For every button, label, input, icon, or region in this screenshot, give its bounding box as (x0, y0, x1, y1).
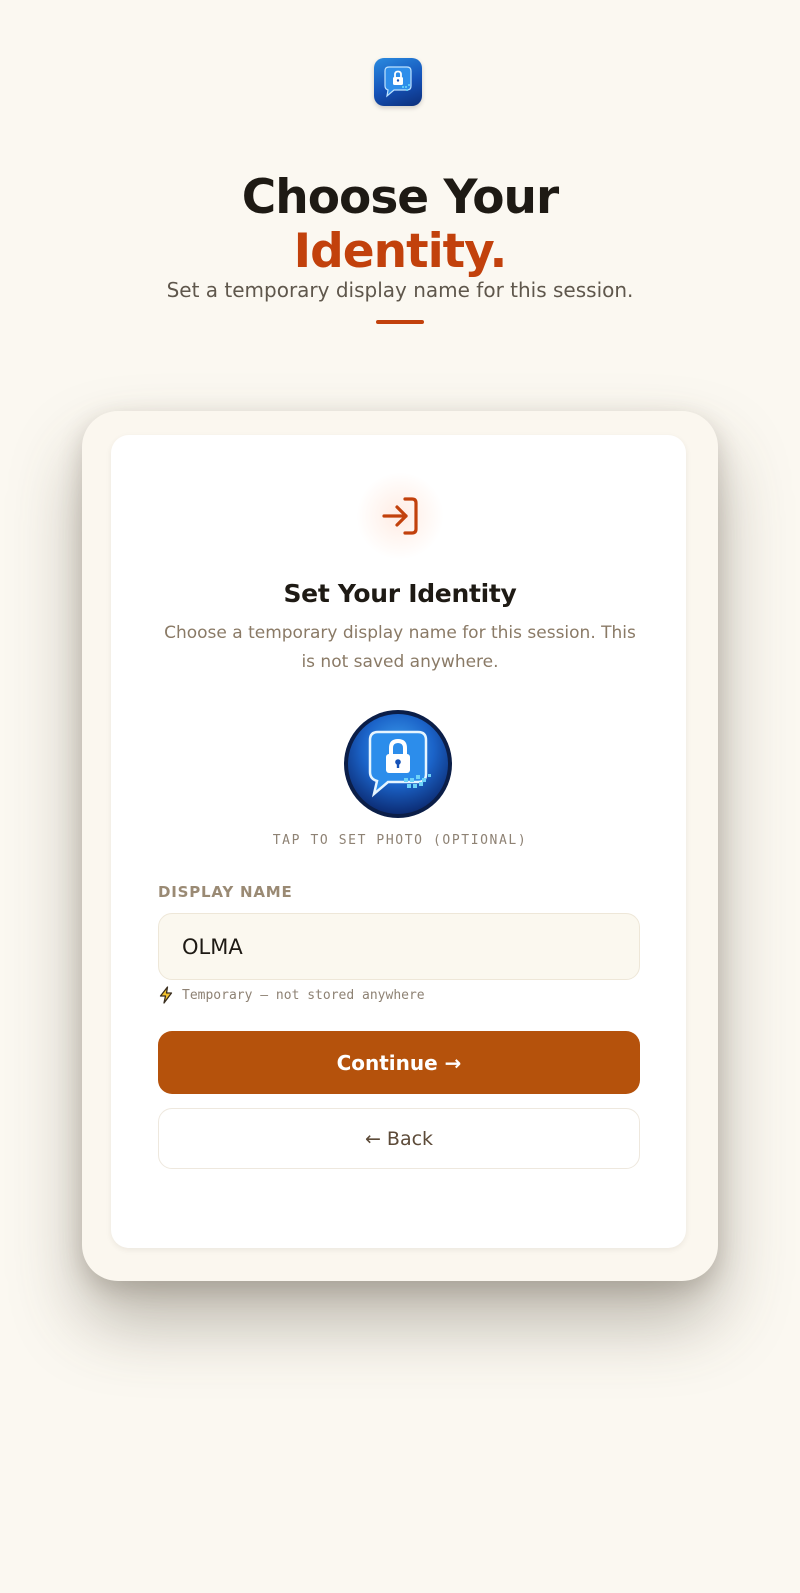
sign-in-icon-wrap (357, 473, 443, 559)
display-name-label: DISPLAY NAME (158, 883, 293, 901)
page-title-line2: Identity. (293, 224, 508, 279)
identity-page: Choose Your Identity. Set a temporary di… (0, 0, 800, 1593)
app-logo (374, 58, 422, 106)
temporary-hint: Temporary — not stored anywhere (158, 986, 425, 1004)
continue-button[interactable]: Continue → (158, 1031, 640, 1094)
photo-hint: TAP TO SET PHOTO (OPTIONAL) (272, 833, 528, 848)
back-button[interactable]: ← Back (158, 1108, 640, 1169)
page-title-line1: Choose Your (241, 170, 559, 225)
card-title: Set Your Identity (283, 579, 517, 608)
lightning-icon (159, 986, 173, 1004)
accent-divider (376, 320, 424, 324)
chat-lock-icon (384, 66, 412, 98)
temporary-hint-text: Temporary — not stored anywhere (182, 987, 425, 1003)
page-subtitle: Set a temporary display name for this se… (166, 278, 634, 302)
avatar-photo-button[interactable] (344, 710, 452, 818)
sign-in-icon (382, 497, 418, 535)
chat-lock-icon (348, 714, 448, 814)
card-description: Choose a temporary display name for this… (164, 623, 636, 672)
display-name-input[interactable] (158, 913, 640, 980)
